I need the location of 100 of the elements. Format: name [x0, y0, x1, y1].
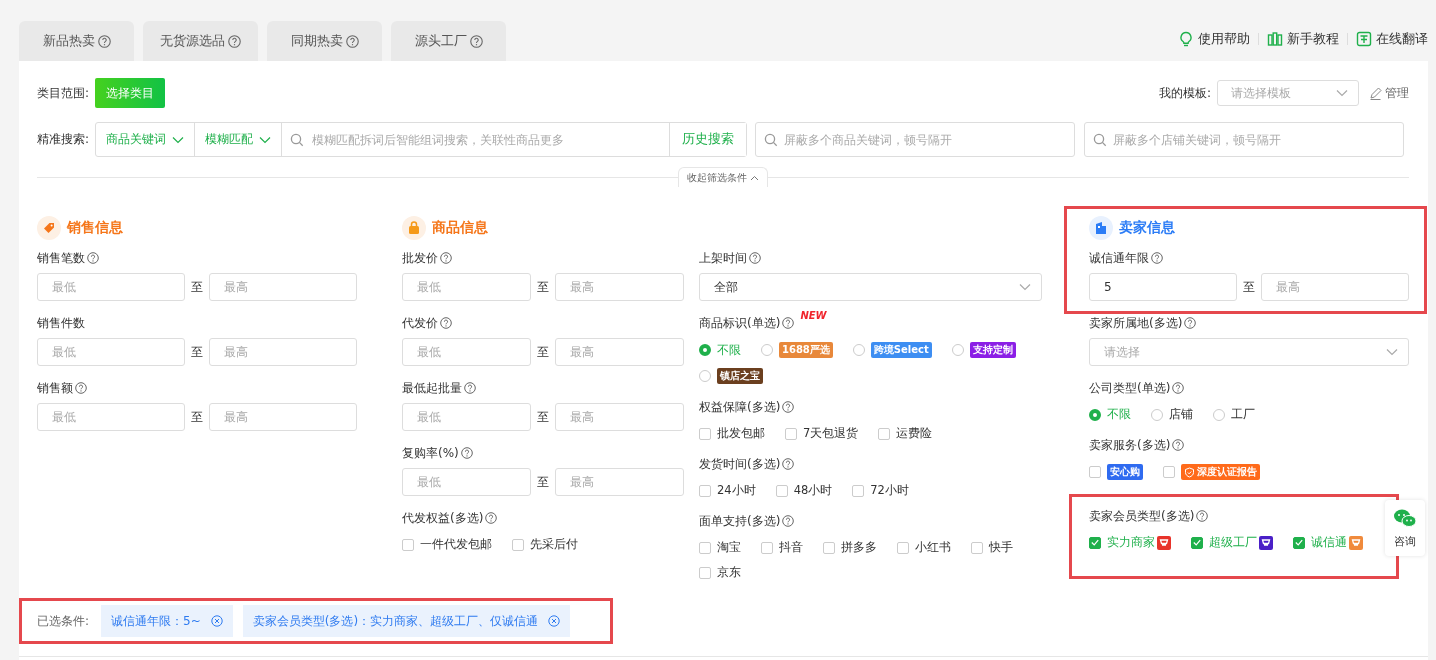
manage-link[interactable]: 管理 [1369, 84, 1409, 102]
checkbox[interactable] [823, 541, 835, 554]
new-label: NEW [800, 310, 827, 321]
consult-button[interactable]: 咨询 [1385, 500, 1425, 556]
section-title: 销售信息 [67, 219, 123, 237]
option-label: 不限 [717, 342, 741, 358]
radio-button[interactable] [761, 344, 773, 356]
checkbox-option[interactable]: 72小时 [852, 483, 909, 498]
help-icon [469, 34, 483, 48]
option-label: 72小时 [870, 483, 909, 498]
field-label: 面单支持(多选) [699, 512, 781, 530]
min-input[interactable]: 5 [1089, 273, 1237, 301]
radio-option[interactable]: 店铺 [1151, 407, 1193, 422]
min-input[interactable]: 最低 [402, 403, 531, 431]
radio-button[interactable] [699, 344, 711, 356]
search-icon [764, 133, 779, 147]
checkbox[interactable] [897, 541, 909, 554]
tab[interactable]: 无货源选品 [143, 21, 258, 61]
max-input[interactable]: 最高 [1261, 273, 1409, 301]
checkbox[interactable] [761, 541, 773, 554]
chevron-down-icon [1386, 348, 1398, 356]
min-input[interactable]: 最低 [37, 273, 185, 301]
field-label: 批发价 [402, 249, 438, 267]
option-label: 不限 [1107, 407, 1131, 422]
exclude-field[interactable]: 屏蔽多个店铺关键词，顿号隔开 [1084, 122, 1405, 157]
search-field[interactable]: 模糊匹配拆词后智能组词搜索，关联性商品更多 [310, 131, 662, 148]
help-link[interactable]: 新手教程 [1267, 30, 1339, 48]
checkbox-option[interactable]: 京东 [699, 565, 741, 580]
condition-tag[interactable]: 诚信通年限：5~ [101, 605, 233, 637]
checkbox-option[interactable]: 淘宝 [699, 540, 741, 555]
checkbox-option[interactable]: 批发包邮 [699, 426, 765, 441]
checkbox-option[interactable]: 运费险 [878, 426, 933, 441]
checkbox-option[interactable]: 48小时 [775, 483, 833, 498]
radio-button[interactable] [1213, 408, 1225, 421]
checkbox-option[interactable]: 先采后付 [512, 537, 578, 552]
help-icon [228, 34, 241, 48]
radio-button[interactable] [1151, 408, 1163, 421]
radio-button[interactable] [1089, 408, 1101, 421]
checkbox-option[interactable]: 抖音 [761, 540, 803, 555]
tab[interactable]: 同期热卖 [267, 21, 382, 61]
min-input[interactable]: 最低 [402, 468, 531, 496]
option-label: 运费险 [896, 426, 933, 441]
range-separator: 至 [191, 278, 203, 296]
exclude-field[interactable]: 屏蔽多个商品关键词，顿号隔开 [755, 122, 1076, 157]
option-tag: 深度认证报告 [1181, 464, 1260, 480]
checkbox[interactable] [852, 484, 865, 497]
checkbox[interactable] [699, 484, 711, 497]
checkbox[interactable] [1293, 536, 1305, 549]
checkbox[interactable] [785, 427, 797, 440]
min-input[interactable]: 最低 [402, 273, 531, 301]
checkbox[interactable] [775, 484, 788, 497]
max-input[interactable]: 最高 [555, 403, 684, 431]
checkbox[interactable] [512, 538, 524, 551]
checkbox-option[interactable]: 一件代发包邮 [402, 537, 492, 552]
tab[interactable]: 新品热卖 [19, 21, 134, 61]
checkbox[interactable] [699, 541, 711, 554]
checkbox[interactable] [971, 541, 983, 554]
field-label: 诚信通年限 [1089, 249, 1149, 267]
checkbox-option[interactable]: 安心购 [1089, 464, 1143, 480]
radio-button[interactable] [699, 370, 711, 382]
min-input[interactable]: 最低 [37, 403, 185, 431]
radio-option[interactable]: 镇店之宝 [699, 368, 763, 384]
checkbox-option[interactable]: 7天包退货 [785, 426, 859, 441]
field-label: 权益保障(多选) [699, 398, 781, 416]
max-input[interactable]: 最高 [555, 273, 684, 301]
tab[interactable]: 源头工厂 [391, 21, 506, 61]
radio-button[interactable] [951, 344, 964, 356]
checkbox-option[interactable]: 小红书 [897, 540, 951, 555]
max-input[interactable]: 最高 [555, 468, 684, 496]
checkbox[interactable] [1191, 536, 1203, 549]
radio-button[interactable] [852, 344, 865, 356]
checkbox-option[interactable]: 快手 [971, 540, 1013, 555]
checkbox[interactable] [1163, 466, 1175, 478]
option-label: 抖音 [779, 540, 803, 555]
radio-option[interactable]: 支持定制 [951, 342, 1016, 358]
checkbox[interactable] [699, 566, 711, 579]
option-label: 超级工厂 [1209, 535, 1257, 550]
collapse-filters-button[interactable]: 收起筛选条件 [678, 167, 768, 187]
checkbox-option[interactable]: 拼多多 [823, 540, 877, 555]
max-input[interactable]: 最高 [209, 273, 357, 301]
help-link[interactable]: 在线翻译 [1356, 30, 1428, 48]
option-tag: 支持定制 [969, 342, 1016, 358]
max-input[interactable]: 最高 [209, 338, 357, 366]
max-input[interactable]: 最高 [555, 338, 684, 366]
min-input[interactable]: 最低 [37, 338, 185, 366]
checkbox[interactable] [402, 538, 414, 551]
checkbox[interactable] [1089, 466, 1101, 478]
chat-icon [1393, 507, 1417, 528]
condition-tag[interactable]: 卖家会员类型(多选)：实力商家、超级工厂、仅诚信通 [242, 605, 571, 637]
checkbox[interactable] [1089, 536, 1101, 549]
checkbox-option[interactable]: 24小时 [699, 483, 756, 498]
max-input[interactable]: 最高 [209, 403, 357, 431]
min-input[interactable]: 最低 [402, 338, 531, 366]
checkbox[interactable] [878, 427, 891, 440]
checkbox[interactable] [699, 427, 711, 440]
field-label: 上架时间 [699, 249, 747, 267]
range-separator: 至 [537, 408, 549, 426]
help-link[interactable]: 使用帮助 [1178, 30, 1250, 48]
radio-option[interactable]: 工厂 [1213, 407, 1255, 422]
dropdown-select[interactable]: 全部 [699, 273, 1042, 301]
